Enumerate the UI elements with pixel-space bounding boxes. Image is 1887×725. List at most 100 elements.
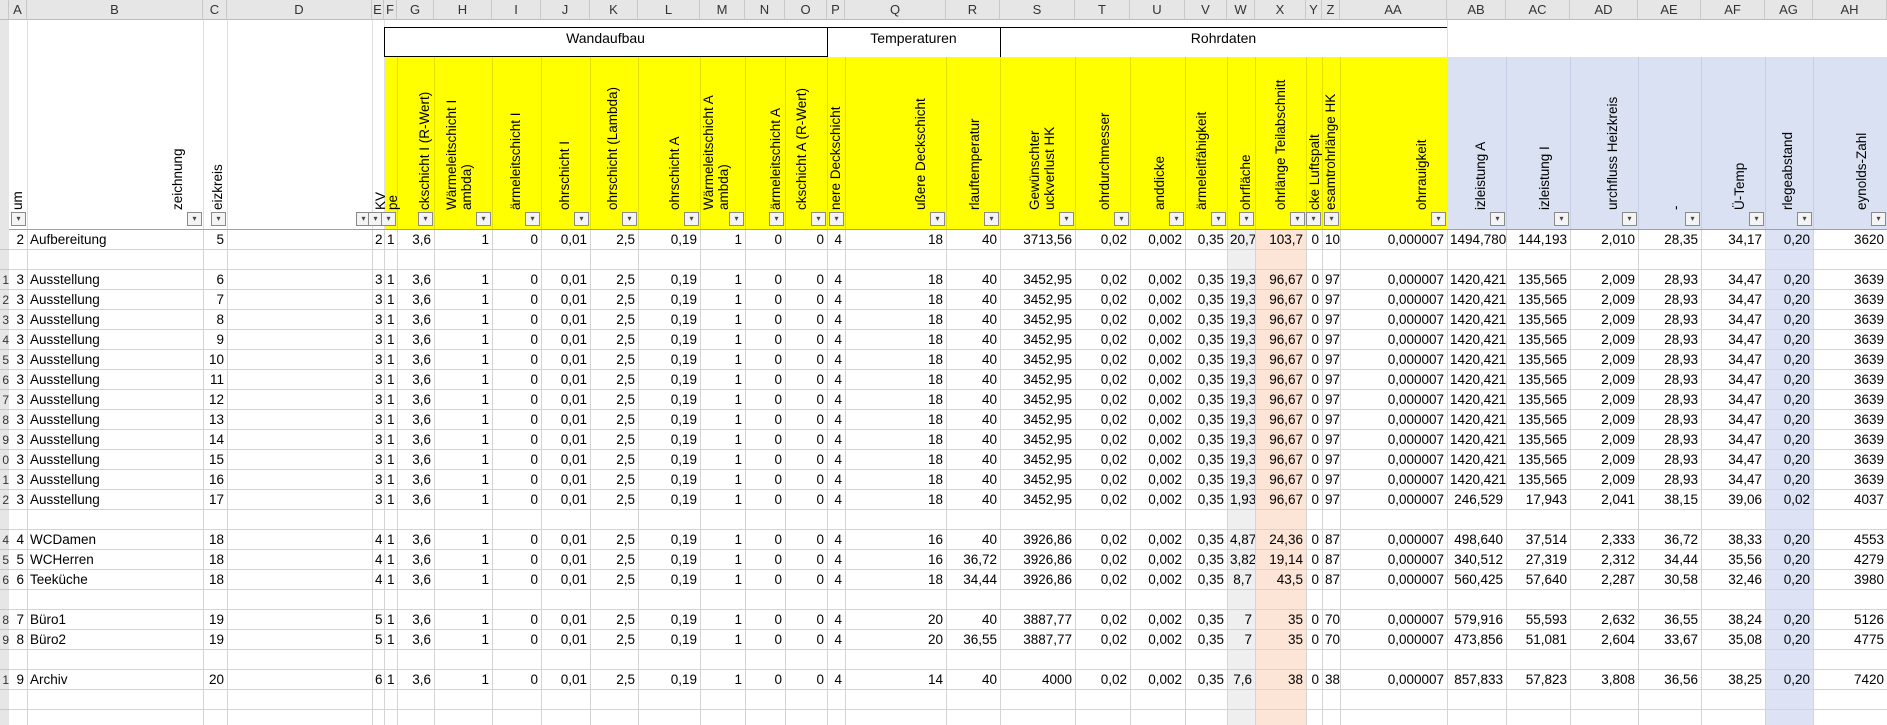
cell-s[interactable]: 4000 xyxy=(1000,670,1075,690)
cell-ab[interactable]: 560,425 xyxy=(1447,570,1506,590)
cell-af[interactable]: 34,47 xyxy=(1701,270,1765,290)
cell-u[interactable]: 0,002 xyxy=(1130,370,1185,390)
filter-dropdown-m[interactable]: ▾ xyxy=(729,212,744,226)
filter-dropdown-aa[interactable]: ▾ xyxy=(1431,212,1446,226)
cell-c[interactable]: 11 xyxy=(203,370,227,390)
cell-h[interactable]: 1 xyxy=(434,410,492,430)
cell-s[interactable]: 3452,95 xyxy=(1000,350,1075,370)
cell-k[interactable]: 2,5 xyxy=(590,410,638,430)
cell-s[interactable]: 3452,95 xyxy=(1000,370,1075,390)
cell-b[interactable]: Ausstellung xyxy=(27,370,203,390)
cell-s[interactable]: 3887,77 xyxy=(1000,630,1075,650)
cell-ab[interactable]: 340,512 xyxy=(1447,550,1506,570)
cell-c[interactable]: 20 xyxy=(203,670,227,690)
cell-ag[interactable]: 0,20 xyxy=(1765,330,1813,350)
cell-t[interactable]: 0,02 xyxy=(1075,470,1130,490)
cell-c[interactable]: 15 xyxy=(203,450,227,470)
row-header[interactable]: 1 xyxy=(0,270,9,290)
filter-dropdown-h[interactable]: ▾ xyxy=(476,212,491,226)
cell-l[interactable]: 0,19 xyxy=(638,530,700,550)
cell-u[interactable]: 0,002 xyxy=(1130,450,1185,470)
row-header[interactable]: 8 xyxy=(0,610,9,630)
cell-s[interactable]: 3452,95 xyxy=(1000,290,1075,310)
cell-r[interactable]: 40 xyxy=(946,310,1000,330)
cell-s[interactable]: 3452,95 xyxy=(1000,490,1075,510)
cell-af[interactable]: 34,47 xyxy=(1701,370,1765,390)
cell-u[interactable]: 0,002 xyxy=(1130,350,1185,370)
cell-t[interactable]: 0,02 xyxy=(1075,230,1130,250)
cell-a[interactable]: 7 xyxy=(9,610,27,630)
cell-u[interactable]: 0,002 xyxy=(1130,330,1185,350)
cell-p[interactable]: 4 xyxy=(827,330,845,350)
cell-v[interactable]: 0,35 xyxy=(1185,610,1227,630)
cell-r[interactable]: 40 xyxy=(946,670,1000,690)
column-header-w[interactable]: W xyxy=(1227,0,1255,20)
cell-o[interactable]: 0 xyxy=(785,330,827,350)
cell-l[interactable]: 0,19 xyxy=(638,670,700,690)
cell-f[interactable]: 1 xyxy=(384,270,397,290)
cell-g[interactable]: 3,6 xyxy=(397,270,434,290)
cell-ae[interactable]: 28,93 xyxy=(1638,310,1701,330)
cell-w[interactable]: 7,6 xyxy=(1227,670,1255,690)
cell-j[interactable]: 0,01 xyxy=(541,630,590,650)
cell-v[interactable]: 0,35 xyxy=(1185,630,1227,650)
cell-b[interactable]: Ausstellung xyxy=(27,290,203,310)
cell-n[interactable]: 0 xyxy=(745,630,785,650)
cell-f[interactable]: 1 xyxy=(384,430,397,450)
cell-ac[interactable]: 135,565 xyxy=(1506,370,1570,390)
cell-p[interactable]: 4 xyxy=(827,610,845,630)
cell-ah[interactable]: 3639 xyxy=(1813,370,1887,390)
cell-w[interactable]: 19,33 xyxy=(1227,430,1255,450)
row-header[interactable] xyxy=(0,690,9,710)
cell-u[interactable]: 0,002 xyxy=(1130,230,1185,250)
cell-af[interactable]: 38,24 xyxy=(1701,610,1765,630)
cell-ah[interactable]: 3980 xyxy=(1813,570,1887,590)
cell-v[interactable]: 0,35 xyxy=(1185,330,1227,350)
column-header-y[interactable]: Y xyxy=(1306,0,1322,20)
cell-j[interactable]: 0,01 xyxy=(541,670,590,690)
cell-ae[interactable]: 28,93 xyxy=(1638,290,1701,310)
cell-c[interactable]: 18 xyxy=(203,570,227,590)
cell-g[interactable]: 3,6 xyxy=(397,410,434,430)
cell-p[interactable]: 4 xyxy=(827,310,845,330)
cell-k[interactable]: 2,5 xyxy=(590,430,638,450)
cell-aa[interactable]: 0,000007 xyxy=(1340,670,1447,690)
cell-h[interactable]: 1 xyxy=(434,270,492,290)
cell-af[interactable]: 34,47 xyxy=(1701,430,1765,450)
cell-a[interactable]: 4 xyxy=(9,530,27,550)
cell-u[interactable]: 0,002 xyxy=(1130,670,1185,690)
cell-y[interactable]: 0 xyxy=(1306,290,1322,310)
cell-e[interactable]: 3 xyxy=(372,450,384,470)
column-header-b[interactable]: B xyxy=(27,0,203,20)
cell-p[interactable]: 4 xyxy=(827,670,845,690)
cell-ac[interactable]: 135,565 xyxy=(1506,310,1570,330)
cell-ab[interactable]: 1420,421 xyxy=(1447,430,1506,450)
cell-m[interactable]: 1 xyxy=(700,370,745,390)
cell-w[interactable]: 19,33 xyxy=(1227,370,1255,390)
cell-p[interactable]: 4 xyxy=(827,370,845,390)
cell-l[interactable]: 0,19 xyxy=(638,410,700,430)
cell-s[interactable]: 3926,86 xyxy=(1000,570,1075,590)
cell-k[interactable]: 2,5 xyxy=(590,670,638,690)
cell-t[interactable]: 0,02 xyxy=(1075,610,1130,630)
cell-l[interactable]: 0,19 xyxy=(638,390,700,410)
cell-x[interactable]: 96,67 xyxy=(1255,270,1306,290)
cell-z[interactable]: 97 xyxy=(1322,390,1340,410)
cell-t[interactable]: 0,02 xyxy=(1075,530,1130,550)
cell-c[interactable]: 19 xyxy=(203,610,227,630)
cell-v[interactable]: 0,35 xyxy=(1185,450,1227,470)
column-header-o[interactable]: O xyxy=(785,0,827,20)
cell-c[interactable]: 19 xyxy=(203,630,227,650)
cell-c[interactable]: 17 xyxy=(203,490,227,510)
cell-i[interactable]: 0 xyxy=(492,450,541,470)
cell-f[interactable]: 1 xyxy=(384,470,397,490)
cell-l[interactable]: 0,19 xyxy=(638,570,700,590)
cell-z[interactable]: 97 xyxy=(1322,310,1340,330)
cell-r[interactable]: 40 xyxy=(946,290,1000,310)
cell-z[interactable]: 38 xyxy=(1322,670,1340,690)
cell-ag[interactable]: 0,20 xyxy=(1765,270,1813,290)
cell-ah[interactable]: 3639 xyxy=(1813,350,1887,370)
row-header[interactable]: 4 xyxy=(0,330,9,350)
cell-y[interactable]: 0 xyxy=(1306,410,1322,430)
cell-r[interactable]: 40 xyxy=(946,450,1000,470)
